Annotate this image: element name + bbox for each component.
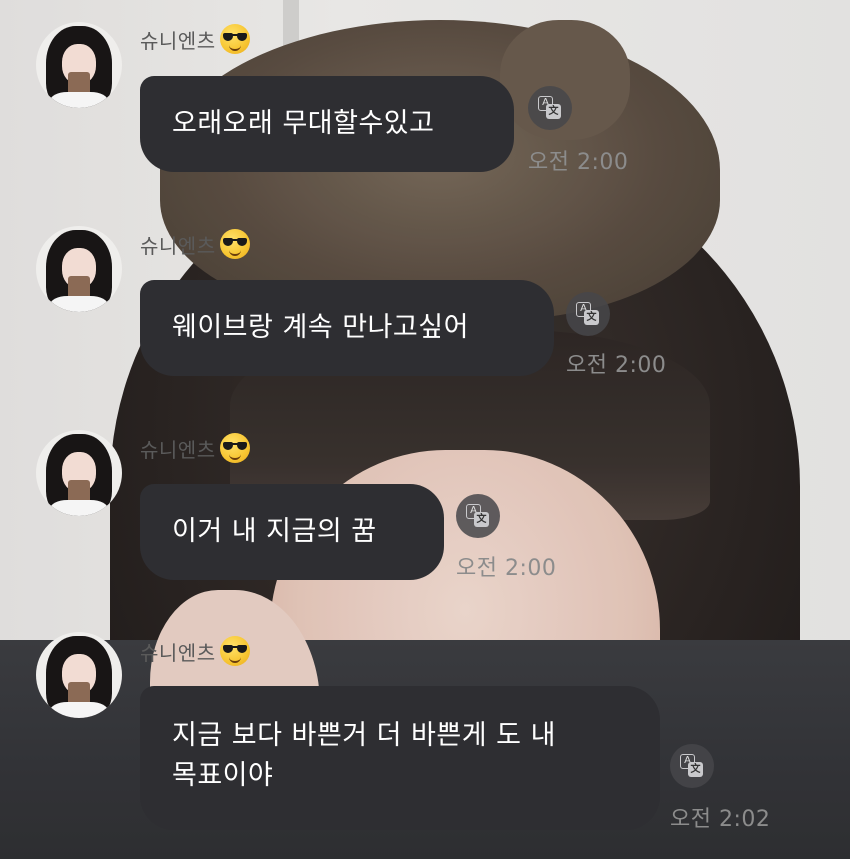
smiling-face-with-sunglasses-icon — [219, 24, 250, 54]
translate-icon[interactable]: A 文 — [456, 494, 500, 538]
message-time: 오전 2:00 — [528, 150, 629, 175]
sender-name: 슈니엔츠 — [140, 636, 250, 666]
smiling-face-with-sunglasses-icon — [219, 433, 250, 463]
message-text: 웨이브랑 계속 만나고싶어 — [172, 312, 469, 343]
avatar[interactable] — [36, 632, 122, 718]
avatar[interactable] — [36, 226, 122, 312]
message-bubble[interactable]: 이거 내 지금의 꿈 — [140, 484, 444, 580]
message-text-line: 목표이야 — [172, 760, 274, 791]
translate-icon[interactable]: A 文 — [670, 744, 714, 788]
sender-name-label: 슈니엔츠 — [140, 233, 216, 258]
message-bubble[interactable]: 웨이브랑 계속 만나고싶어 — [140, 280, 554, 376]
avatar[interactable] — [36, 430, 122, 516]
translate-icon[interactable]: A 文 — [528, 86, 572, 130]
message-time: 오전 2:00 — [566, 353, 667, 378]
avatar[interactable] — [36, 22, 122, 108]
message-text: 오래오래 무대할수있고 — [172, 108, 435, 139]
sender-name-label: 슈니엔츠 — [140, 437, 216, 462]
translate-icon[interactable]: A 文 — [566, 292, 610, 336]
sender-name: 슈니엔츠 — [140, 433, 250, 463]
smiling-face-with-sunglasses-icon — [219, 229, 250, 259]
sender-name-label: 슈니엔츠 — [140, 640, 216, 665]
message-text-line: 지금 보다 바쁜거 더 바쁜게 도 내 — [172, 720, 556, 751]
message-bubble[interactable]: 오래오래 무대할수있고 — [140, 76, 514, 172]
message-time: 오전 2:00 — [456, 556, 557, 581]
message-bubble[interactable]: 지금 보다 바쁜거 더 바쁜게 도 내 목표이야 — [140, 686, 660, 830]
message-text: 이거 내 지금의 꿈 — [172, 516, 377, 547]
smiling-face-with-sunglasses-icon — [219, 636, 250, 666]
sender-name: 슈니엔츠 — [140, 229, 250, 259]
message-time: 오전 2:02 — [670, 807, 771, 832]
sender-name: 슈니엔츠 — [140, 24, 250, 54]
sender-name-label: 슈니엔츠 — [140, 28, 216, 53]
